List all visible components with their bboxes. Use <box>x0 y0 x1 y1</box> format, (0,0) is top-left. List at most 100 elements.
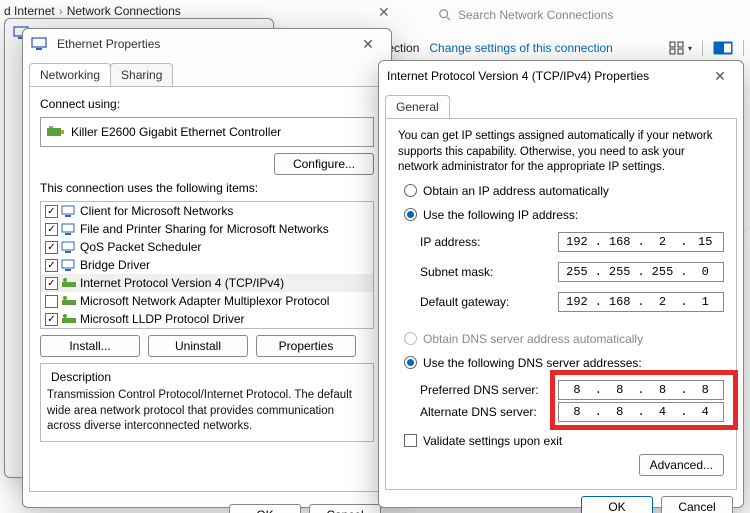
close-button[interactable]: ✕ <box>705 68 735 85</box>
checkbox-icon <box>404 434 417 447</box>
explanation-text: You can get IP settings assigned automat… <box>398 129 724 176</box>
tab-sharing[interactable]: Sharing <box>110 63 173 86</box>
breadcrumb-item[interactable]: d Internet <box>4 4 55 18</box>
tab-strip: Networking Sharing <box>23 59 391 86</box>
field-label: Alternate DNS server: <box>420 405 558 419</box>
default-gateway-field: Default gateway: 192.168.2.1 <box>420 292 724 312</box>
dialog-title: Internet Protocol Version 4 (TCP/IPv4) P… <box>387 69 705 83</box>
protocol-icon <box>61 258 77 272</box>
default-gateway-input[interactable]: 192.168.2.1 <box>558 292 724 312</box>
dns-block: Preferred DNS server: 8.8.8.8 Alternate … <box>398 378 724 424</box>
checkbox-icon[interactable] <box>45 313 58 326</box>
checkbox-icon[interactable] <box>45 223 58 236</box>
uses-items-label: This connection uses the following items… <box>40 181 374 195</box>
preferred-dns-field: Preferred DNS server: 8.8.8.8 <box>420 380 724 400</box>
breadcrumb-item[interactable]: Network Connections <box>67 4 181 18</box>
search-input[interactable]: Search Network Connections <box>438 0 738 30</box>
protocol-list-item[interactable]: File and Printer Sharing for Microsoft N… <box>41 220 373 238</box>
protocol-icon <box>61 312 77 326</box>
dialog-buttons: OK Cancel <box>23 498 391 513</box>
search-icon <box>438 8 452 22</box>
description-text: Transmission Control Protocol/Internet P… <box>47 388 367 435</box>
radio-icon <box>404 332 417 345</box>
checkbox-label: Validate settings upon exit <box>423 434 562 448</box>
protocol-icon <box>61 276 77 290</box>
separator <box>743 40 744 56</box>
address-clear-icon[interactable]: ✕ <box>378 4 390 21</box>
radio-label: Use the following DNS server addresses: <box>423 356 642 370</box>
close-button[interactable]: ✕ <box>353 36 383 53</box>
ok-button[interactable]: OK <box>581 496 653 513</box>
protocol-list-item[interactable]: Client for Microsoft Networks <box>41 202 373 220</box>
configure-button[interactable]: Configure... <box>274 153 374 175</box>
field-label: IP address: <box>420 235 558 249</box>
properties-button[interactable]: Properties <box>256 335 356 357</box>
breadcrumb[interactable]: d Internet › Network Connections <box>4 4 181 18</box>
cancel-button[interactable]: Cancel <box>309 504 381 513</box>
radio-use-dns[interactable]: Use the following DNS server addresses: <box>404 356 724 370</box>
tab-strip: General <box>379 91 743 118</box>
dialog-buttons: OK Cancel <box>379 490 743 513</box>
field-label: Preferred DNS server: <box>420 383 558 397</box>
radio-icon <box>404 208 417 221</box>
uninstall-button[interactable]: Uninstall <box>148 335 248 357</box>
preferred-dns-input[interactable]: 8.8.8.8 <box>558 380 724 400</box>
radio-label: Use the following IP address: <box>423 208 578 222</box>
tab-networking[interactable]: Networking <box>29 63 111 86</box>
preview-pane-button[interactable] <box>713 41 733 55</box>
protocol-icon <box>61 240 77 254</box>
description-group: Description Transmission Control Protoco… <box>40 363 374 442</box>
validate-checkbox[interactable]: Validate settings upon exit <box>404 434 724 448</box>
field-label: Default gateway: <box>420 295 558 309</box>
protocol-list-item[interactable]: Microsoft LLDP Protocol Driver <box>41 310 373 328</box>
subnet-mask-input[interactable]: 255.255.255.0 <box>558 262 724 282</box>
cancel-button[interactable]: Cancel <box>661 496 733 513</box>
radio-auto-dns: Obtain DNS server address automatically <box>404 332 724 346</box>
protocol-label: Internet Protocol Version 4 (TCP/IPv4) <box>80 276 284 290</box>
radio-label: Obtain DNS server address automatically <box>423 332 643 346</box>
protocol-label: Client for Microsoft Networks <box>80 204 233 218</box>
protocol-list-item[interactable]: Microsoft Network Adapter Multiplexor Pr… <box>41 292 373 310</box>
field-label: Subnet mask: <box>420 265 558 279</box>
description-title: Description <box>47 370 115 384</box>
view-mode-button[interactable]: ▾ <box>669 41 692 55</box>
separator <box>702 40 703 56</box>
protocol-list[interactable]: Client for Microsoft Networks File and Pr… <box>40 201 374 329</box>
adapter-box[interactable]: Killer E2600 Gigabit Ethernet Controller <box>40 117 374 147</box>
protocol-label: QoS Packet Scheduler <box>80 240 201 254</box>
ip-address-input[interactable]: 192.168.2.15 <box>558 232 724 252</box>
titlebar[interactable]: Internet Protocol Version 4 (TCP/IPv4) P… <box>379 61 743 91</box>
alternate-dns-field: Alternate DNS server: 8.8.4.4 <box>420 402 724 422</box>
subnet-mask-field: Subnet mask: 255.255.255.0 <box>420 262 724 282</box>
titlebar[interactable]: Ethernet Properties ✕ <box>23 29 391 59</box>
connect-using-label: Connect using: <box>40 97 374 111</box>
tab-general[interactable]: General <box>385 95 450 118</box>
radio-use-ip[interactable]: Use the following IP address: <box>404 208 724 222</box>
ethernet-properties-dialog: Ethernet Properties ✕ Networking Sharing… <box>22 28 392 508</box>
alternate-dns-input[interactable]: 8.8.4.4 <box>558 402 724 422</box>
adapter-name: Killer E2600 Gigabit Ethernet Controller <box>71 125 281 139</box>
checkbox-icon[interactable] <box>45 205 58 218</box>
tab-body-general: You can get IP settings assigned automat… <box>385 118 737 490</box>
protocol-label: File and Printer Sharing for Microsoft N… <box>80 222 329 236</box>
protocol-list-item[interactable]: Bridge Driver <box>41 256 373 274</box>
explorer-toolbar: nnection Change settings of this connect… <box>374 40 744 56</box>
monitor-icon <box>31 37 49 51</box>
radio-auto-ip[interactable]: Obtain an IP address automatically <box>404 184 724 198</box>
protocol-list-item[interactable]: Internet Protocol Version 4 (TCP/IPv4) <box>41 274 373 292</box>
protocol-icon <box>61 204 77 218</box>
radio-icon <box>404 184 417 197</box>
checkbox-icon[interactable] <box>45 295 58 308</box>
search-placeholder: Search Network Connections <box>458 8 613 22</box>
install-button[interactable]: Install... <box>40 335 140 357</box>
ok-button[interactable]: OK <box>229 504 301 513</box>
protocol-list-item[interactable]: QoS Packet Scheduler <box>41 238 373 256</box>
protocol-label: Bridge Driver <box>80 258 150 272</box>
checkbox-icon[interactable] <box>45 277 58 290</box>
advanced-button[interactable]: Advanced... <box>639 454 724 476</box>
change-settings-link[interactable]: Change settings of this connection <box>429 41 612 55</box>
checkbox-icon[interactable] <box>45 241 58 254</box>
radio-icon <box>404 356 417 369</box>
breadcrumb-sep-icon: › <box>59 4 63 18</box>
checkbox-icon[interactable] <box>45 259 58 272</box>
